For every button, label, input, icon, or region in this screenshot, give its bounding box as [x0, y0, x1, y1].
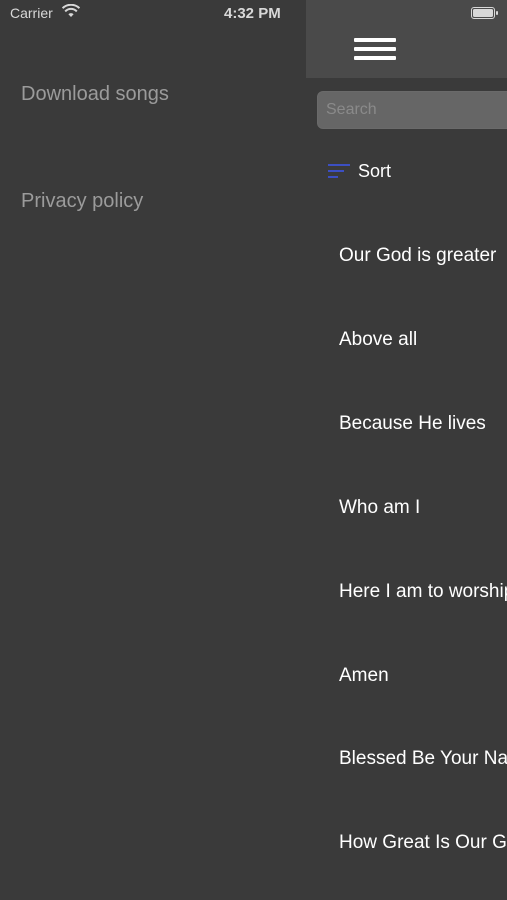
clock-label: 4:32 PM: [224, 5, 281, 22]
song-list-item[interactable]: Amen: [339, 665, 389, 687]
carrier-label: Carrier: [10, 5, 53, 21]
menu-button[interactable]: [354, 36, 396, 66]
hamburger-icon-line: [354, 56, 396, 60]
song-list-item[interactable]: Above all: [339, 329, 417, 351]
wifi-icon: [62, 4, 80, 17]
sort-label: Sort: [358, 161, 392, 181]
song-list-item[interactable]: Because He lives: [339, 413, 486, 435]
main-panel: Sort Our God is greater Above all Becaus…: [306, 0, 507, 900]
battery-icon: [471, 7, 498, 19]
drawer-item-privacy-policy[interactable]: Privacy policy: [21, 190, 143, 213]
song-list-item[interactable]: Our God is greater: [339, 245, 496, 267]
song-list-item[interactable]: Who am I: [339, 497, 420, 519]
song-list-item[interactable]: How Great Is Our God: [339, 832, 507, 854]
status-bar: Carrier 4:32 PM: [0, 0, 507, 28]
hamburger-icon-line: [354, 38, 396, 42]
search-input[interactable]: [317, 91, 507, 129]
song-list-item[interactable]: Blessed Be Your Name: [339, 748, 507, 770]
sort-icon: [328, 164, 350, 180]
side-drawer: Download songs Privacy policy: [0, 0, 306, 900]
hamburger-icon-line: [354, 47, 396, 51]
song-list-item[interactable]: Here I am to worship: [339, 581, 507, 603]
drawer-item-download-songs[interactable]: Download songs: [21, 83, 169, 106]
